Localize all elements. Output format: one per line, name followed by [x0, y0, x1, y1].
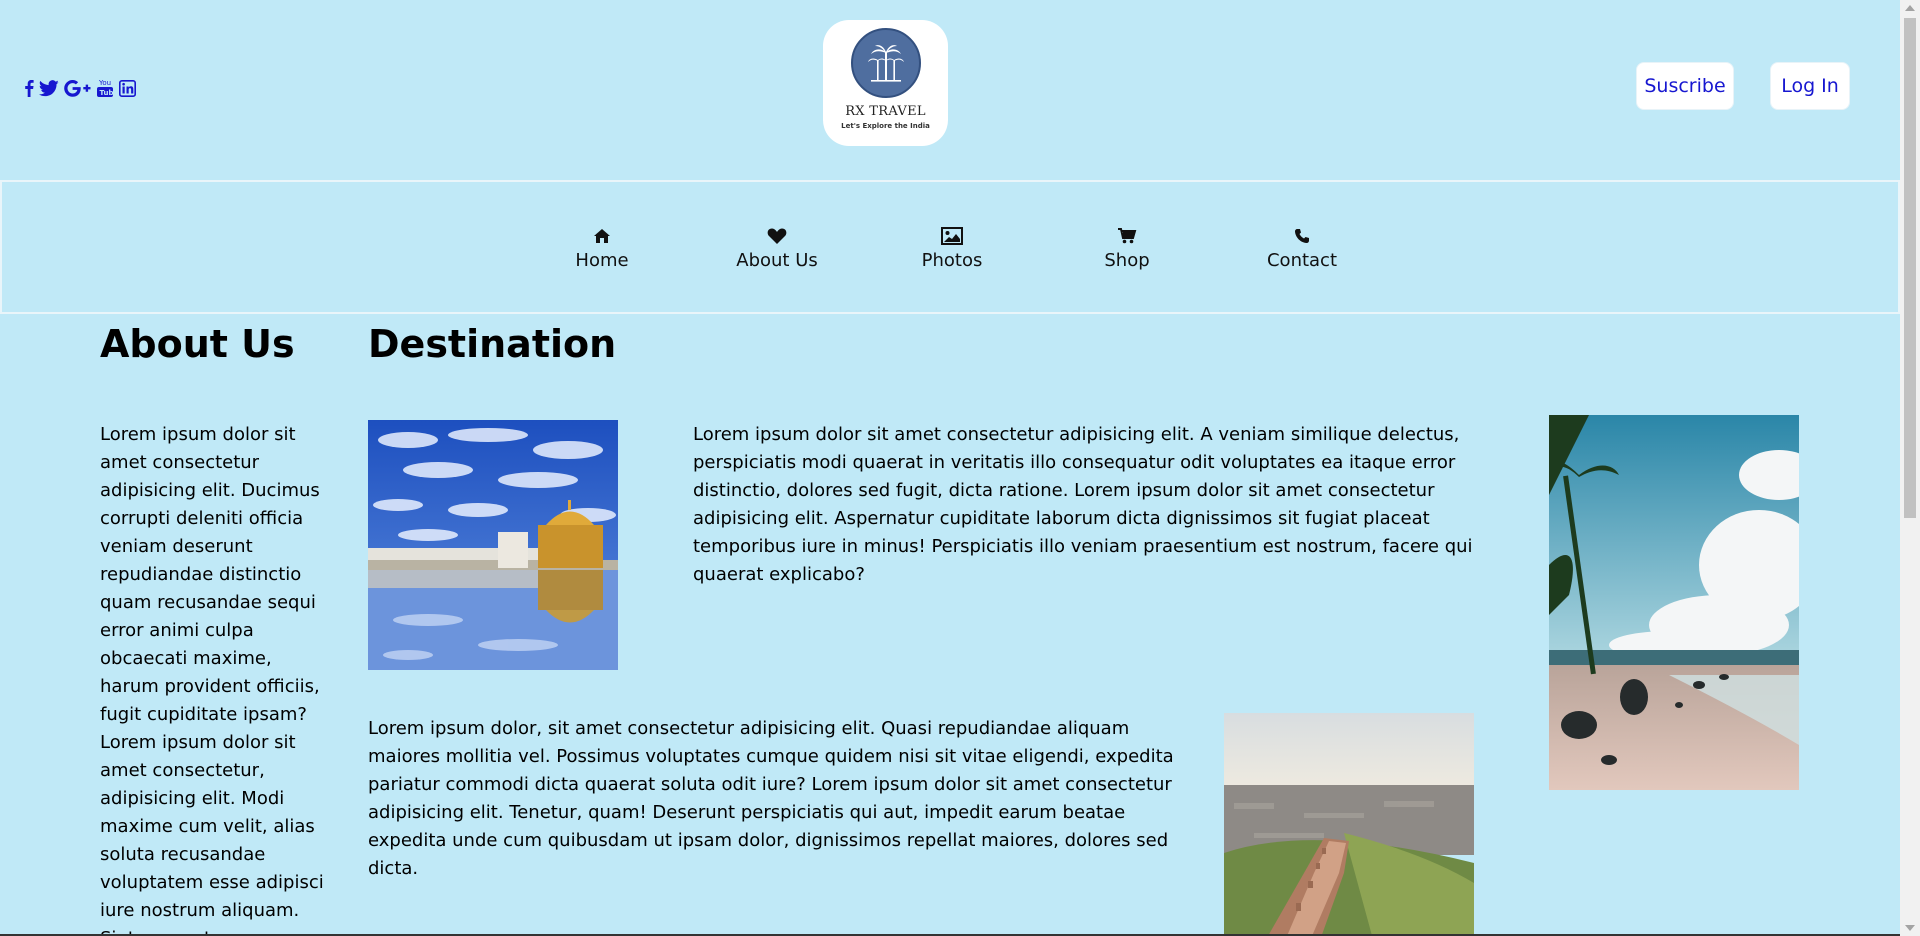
- main-nav: Home About Us Photos Shop Contact: [0, 180, 1900, 314]
- about-text: Lorem ipsum dolor sit amet consectetur a…: [100, 424, 324, 934]
- page: You Tube: [0, 0, 1900, 934]
- login-button[interactable]: Log In: [1770, 62, 1850, 110]
- nav-item-home[interactable]: Home: [537, 226, 667, 271]
- cart-icon: [1117, 226, 1137, 246]
- scrollbar-thumb[interactable]: [1904, 18, 1916, 518]
- heart-icon: [767, 226, 787, 246]
- nav-label: Home: [575, 250, 629, 271]
- twitter-icon[interactable]: [39, 78, 59, 98]
- nav-item-contact[interactable]: Contact: [1237, 226, 1367, 271]
- beach-image: [1549, 415, 1799, 790]
- about-heading: About Us: [100, 322, 295, 366]
- destination-paragraph-2: Lorem ipsum dolor, sit amet consectetur …: [368, 718, 1174, 879]
- golden-temple-image: [368, 420, 618, 670]
- picture-icon: [941, 226, 963, 246]
- google-plus-icon[interactable]: [64, 78, 91, 98]
- linkedin-icon[interactable]: [119, 78, 136, 98]
- destination-paragraph-1: Lorem ipsum dolor sit amet consectetur a…: [693, 424, 1473, 585]
- nav-label: Photos: [921, 250, 983, 271]
- palm-trees-icon: [850, 28, 921, 98]
- phone-icon: [1294, 226, 1310, 246]
- facebook-icon[interactable]: [24, 78, 34, 98]
- social-links: You Tube: [24, 78, 136, 98]
- scroll-down-icon[interactable]: [1905, 925, 1915, 931]
- svg-text:Tube: Tube: [100, 89, 115, 97]
- subscribe-button[interactable]: Suscribe: [1636, 62, 1734, 110]
- nav-label: Shop: [1104, 250, 1150, 271]
- fort-wall-image: [1224, 713, 1474, 934]
- nav-label: About Us: [736, 250, 818, 271]
- home-icon: [593, 226, 611, 246]
- scroll-up-icon[interactable]: [1905, 5, 1915, 11]
- youtube-icon[interactable]: You Tube: [96, 78, 114, 98]
- nav-item-photos[interactable]: Photos: [887, 226, 1017, 271]
- page-scrollbar[interactable]: [1900, 0, 1920, 936]
- svg-text:You: You: [98, 79, 111, 87]
- logo-title: RX TRAVEL: [845, 104, 926, 119]
- nav-label: Contact: [1266, 250, 1338, 271]
- nav-item-about[interactable]: About Us: [712, 226, 842, 271]
- logo-tagline: Let's Explore the India: [841, 122, 930, 130]
- nav-item-shop[interactable]: Shop: [1062, 226, 1192, 271]
- destination-heading: Destination: [368, 322, 617, 366]
- site-logo[interactable]: RX TRAVEL Let's Explore the India: [823, 20, 948, 146]
